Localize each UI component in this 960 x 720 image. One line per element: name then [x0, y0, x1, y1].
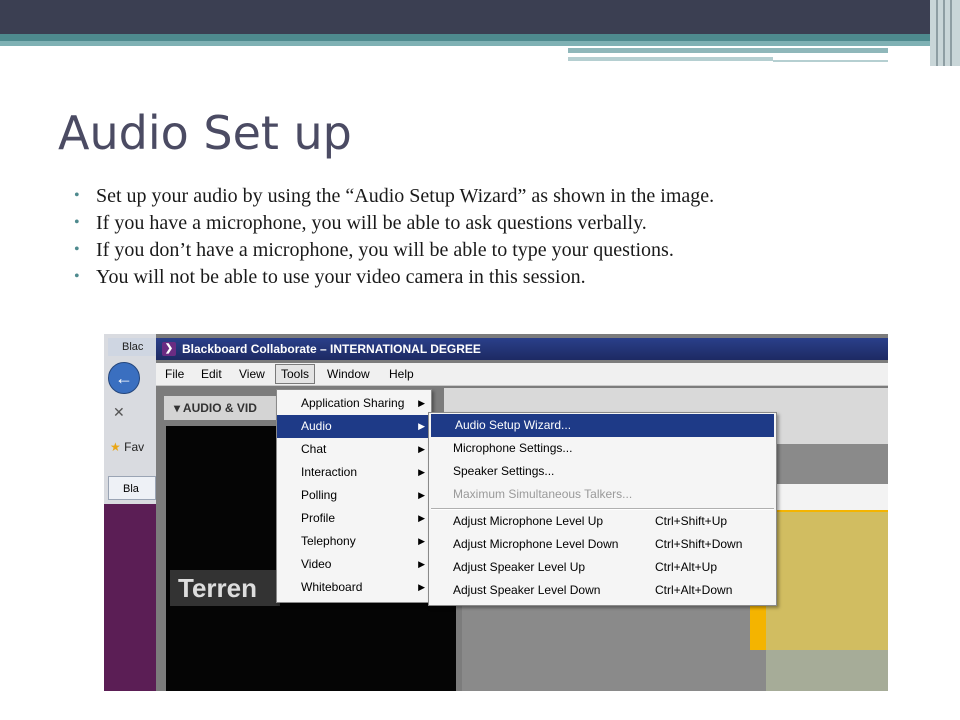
header-decor-bar — [568, 48, 888, 53]
menu-item-interaction[interactable]: Interaction ▶ — [277, 461, 431, 484]
menu-item-label: Adjust Speaker Level Up — [453, 560, 586, 574]
menu-item-chat[interactable]: Chat ▶ — [277, 438, 431, 461]
back-arrow-icon[interactable]: ← — [108, 362, 140, 394]
header-decor-bar — [568, 57, 773, 61]
menu-item-speaker-level-down[interactable]: Adjust Speaker Level Down Ctrl+Alt+Down — [429, 579, 776, 602]
menu-item-label: Adjust Speaker Level Down — [453, 583, 601, 597]
slide-title: Audio Set up — [58, 106, 352, 160]
submenu-arrow-icon: ▶ — [418, 421, 425, 431]
menu-item-label: Polling — [301, 488, 338, 502]
menu-item-audio[interactable]: Audio ▶ — [277, 415, 431, 438]
header-decor-bar — [773, 60, 888, 62]
bullet-item: You will not be able to use your video c… — [72, 267, 872, 287]
shortcut-label: Ctrl+Shift+Up — [655, 514, 728, 528]
menu-tools[interactable]: Tools — [275, 364, 316, 384]
menu-item-whiteboard[interactable]: Whiteboard ▶ — [277, 576, 431, 599]
menu-view[interactable]: View — [236, 366, 268, 382]
bullet-item: If you have a microphone, you will be ab… — [72, 213, 872, 233]
header-corner-decor — [930, 0, 960, 66]
app-screenshot: Blac ← ✕ ★ Fav Bla ❯ Blackboard Collabor… — [104, 334, 888, 691]
menu-bar: File Edit View Tools Window Help — [156, 363, 888, 386]
menu-item-label: Adjust Microphone Level Down — [453, 537, 619, 551]
menu-item-mic-level-down[interactable]: Adjust Microphone Level Down Ctrl+Shift+D… — [429, 533, 776, 556]
header-accent-stripe — [0, 34, 930, 41]
page-background — [104, 504, 156, 691]
menu-item-speaker-settings[interactable]: Speaker Settings... — [429, 460, 776, 483]
menu-item-speaker-level-up[interactable]: Adjust Speaker Level Up Ctrl+Alt+Up — [429, 556, 776, 579]
submenu-arrow-icon: ▶ — [418, 490, 425, 500]
menu-item-profile[interactable]: Profile ▶ — [277, 507, 431, 530]
menu-item-audio-setup-wizard[interactable]: Audio Setup Wizard... — [431, 414, 774, 437]
audio-video-panel-header[interactable]: ▾ AUDIO & VID — [164, 396, 276, 420]
menu-item-microphone-settings[interactable]: Microphone Settings... — [429, 437, 776, 460]
menu-item-video[interactable]: Video ▶ — [277, 553, 431, 576]
menu-file[interactable]: File — [162, 366, 187, 382]
window-title: Blackboard Collaborate – INTERNATIONAL D… — [182, 342, 481, 356]
favorites-button[interactable]: ★ Fav — [110, 440, 144, 454]
submenu-arrow-icon: ▶ — [418, 559, 425, 569]
submenu-arrow-icon: ▶ — [418, 398, 425, 408]
menu-item-label: Profile — [301, 511, 336, 525]
header-accent-stripe-light — [0, 41, 930, 46]
favorites-label: Fav — [124, 440, 145, 454]
tools-menu: Application Sharing ▶ Audio ▶ Chat ▶ Intera… — [276, 389, 432, 603]
video-name-tag: Terren — [170, 570, 280, 606]
menu-item-label: Chat — [301, 442, 327, 456]
menu-item-label: Application Sharing — [301, 396, 405, 410]
browser-page-tab[interactable]: Bla — [108, 476, 156, 500]
menu-item-label: Adjust Microphone Level Up — [453, 514, 604, 528]
menu-help[interactable]: Help — [386, 366, 417, 382]
header-band — [0, 0, 930, 34]
menu-item-telephony[interactable]: Telephony ▶ — [277, 530, 431, 553]
bullet-item: If you don’t have a microphone, you will… — [72, 240, 872, 260]
menu-item-application-sharing[interactable]: Application Sharing ▶ — [277, 392, 431, 415]
menu-item-label: Telephony — [301, 534, 356, 548]
panel-header-label: AUDIO & VID — [182, 401, 257, 415]
star-icon: ★ — [110, 440, 121, 454]
blackboard-logo-icon: ❯ — [162, 342, 176, 356]
submenu-arrow-icon: ▶ — [418, 582, 425, 592]
decor-line — [943, 0, 945, 66]
menu-edit[interactable]: Edit — [198, 366, 225, 382]
decor-line — [950, 0, 952, 66]
slide-photo — [766, 512, 888, 691]
submenu-arrow-icon: ▶ — [418, 444, 425, 454]
menu-item-label: Video — [301, 557, 332, 571]
menu-item-mic-level-up[interactable]: Adjust Microphone Level Up Ctrl+Shift+Up — [429, 510, 776, 533]
browser-tab[interactable]: Blac — [108, 338, 156, 356]
bullet-list: Set up your audio by using the “Audio Se… — [72, 186, 872, 294]
shortcut-label: Ctrl+Alt+Down — [655, 583, 733, 597]
shortcut-label: Ctrl+Shift+Down — [655, 537, 743, 551]
menu-window[interactable]: Window — [324, 366, 373, 382]
decor-line — [936, 0, 938, 66]
submenu-arrow-icon: ▶ — [418, 513, 425, 523]
menu-item-label: Interaction — [301, 465, 358, 479]
menu-item-label: Whiteboard — [301, 580, 363, 594]
close-icon[interactable]: ✕ — [113, 404, 125, 421]
submenu-arrow-icon: ▶ — [418, 467, 425, 477]
menu-item-max-talkers: Maximum Simultaneous Talkers... — [453, 487, 633, 501]
bullet-item: Set up your audio by using the “Audio Se… — [72, 186, 872, 206]
submenu-arrow-icon: ▶ — [418, 536, 425, 546]
menu-item-label: Audio — [301, 419, 332, 433]
audio-submenu: Audio Setup Wizard... Microphone Setting… — [428, 412, 777, 606]
shortcut-label: Ctrl+Alt+Up — [655, 560, 718, 574]
window-title-bar: ❯ Blackboard Collaborate – INTERNATIONAL… — [156, 338, 888, 360]
menu-item-polling[interactable]: Polling ▶ — [277, 484, 431, 507]
